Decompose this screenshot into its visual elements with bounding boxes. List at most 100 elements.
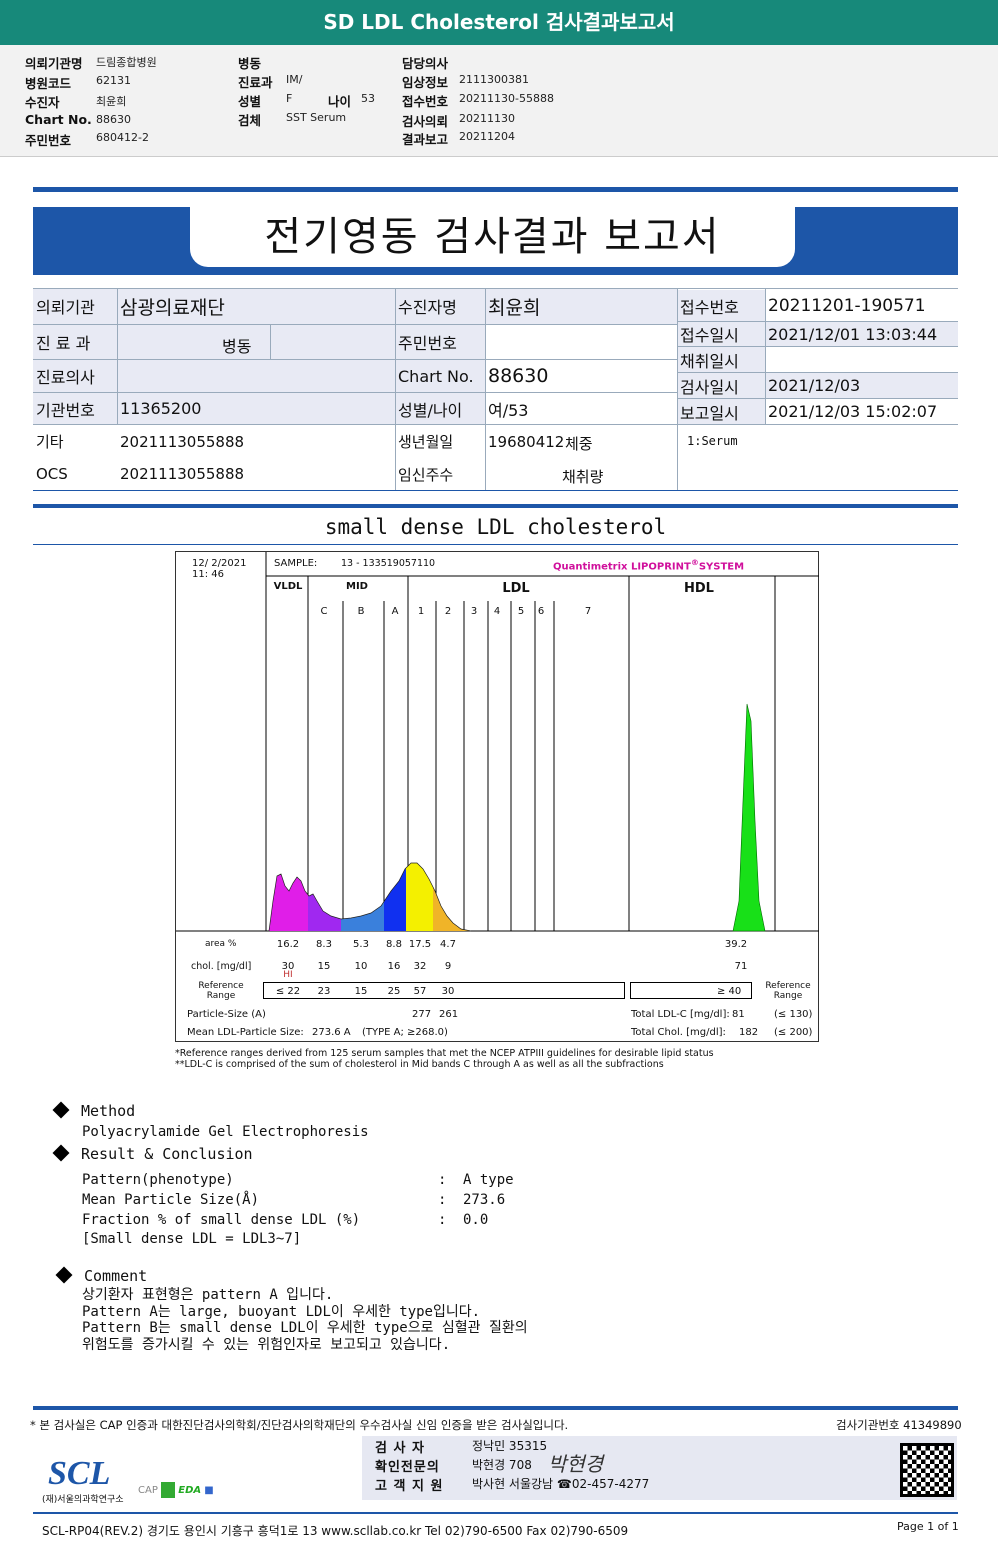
- chol-value: 9: [444, 961, 452, 972]
- info-value: 88630: [96, 113, 131, 126]
- info-label: Chart No.: [25, 112, 92, 127]
- band-label: 2: [444, 606, 452, 617]
- org-number: 검사기관번호 41349890: [836, 1418, 962, 1432]
- patient-info-panel: 의뢰기관명 드림종합병원 병원코드 62131 수진자 최윤희 Chart No. 88630…: [0, 45, 998, 157]
- group-label: LDL: [502, 581, 530, 596]
- mean-size: 273.6 A: [312, 1027, 351, 1038]
- table-cell: Chart No.: [395, 360, 485, 393]
- accreditation-logos: CAP EDA ■: [138, 1482, 214, 1498]
- table-cell: 삼광의료재단: [117, 288, 395, 325]
- certification-text: * 본 검사실은 CAP 인증과 대한진단검사의학회/진단검사의학재단의 우수검…: [30, 1418, 569, 1432]
- table-cell: 성별/나이: [395, 393, 485, 425]
- comment-text: 상기환자 표현형은 pattern A 입니다. Pattern A는 large…: [82, 1287, 528, 1353]
- chol-value: 71: [734, 961, 748, 972]
- info-label: 결과보고: [402, 132, 449, 147]
- divider: [33, 1406, 958, 1410]
- chart-notes: *Reference ranges derived from 125 serum…: [175, 1048, 714, 1070]
- table-cell: 기타: [36, 433, 64, 451]
- signer-name: 박사현 서울강남 ☎02-457-4277: [472, 1477, 650, 1491]
- table-cell: 20211201-190571: [765, 290, 958, 322]
- chart-time: 11: 46: [192, 569, 224, 580]
- chol-value: 16: [387, 961, 401, 972]
- info-value: F: [286, 92, 293, 105]
- area-label: area %: [205, 939, 237, 949]
- volume-label: 채취량: [562, 468, 604, 486]
- signer-role: 고 객 지 원: [375, 1479, 444, 1494]
- area-value: 4.7: [440, 939, 456, 950]
- table-cell: 보고일시: [677, 399, 765, 425]
- signature: 박현경: [548, 1452, 604, 1476]
- signer-role: 확인전문의: [375, 1460, 440, 1475]
- chol-label: chol. [mg/dl]: [191, 961, 252, 972]
- band-label: 3: [470, 606, 478, 617]
- info-label: 접수번호: [402, 94, 449, 109]
- scl-logo: SCL: [48, 1455, 111, 1492]
- info-value: 드림종합병원: [96, 56, 157, 69]
- info-label: 검사의뢰: [402, 114, 449, 129]
- mean-type: (TYPE A; ≥268.0): [362, 1027, 448, 1038]
- info-value: 2111300381: [459, 73, 529, 86]
- table-cell: 기관번호: [33, 393, 117, 425]
- chol-value: 32: [413, 961, 427, 972]
- table-cell: 임신주수: [398, 465, 454, 484]
- divider: [33, 504, 958, 508]
- colon: :: [438, 1212, 447, 1228]
- table-cell: 2021113055888: [120, 465, 245, 483]
- weight-label: 체중: [565, 435, 593, 453]
- logo-subtitle: (재)서울의과학연구소: [42, 1495, 124, 1505]
- result-label: Pattern(phenotype): [82, 1172, 234, 1188]
- densitogram: [176, 552, 819, 932]
- info-label: 주민번호: [25, 133, 72, 148]
- brand-logo: Quantimetrix LIPOPRINT®SYSTEM: [553, 558, 745, 573]
- comment-heading: Comment: [55, 1266, 147, 1285]
- signer-name: 정낙민 35315: [472, 1439, 548, 1453]
- chart-title: small dense LDL cholesterol: [324, 515, 667, 539]
- info-label: 병원코드: [25, 76, 72, 91]
- result-label: Mean Particle Size(Å): [82, 1192, 260, 1208]
- info-label: 수진자: [25, 95, 60, 110]
- table-cell: [117, 325, 395, 360]
- info-value: 680412-2: [96, 131, 149, 144]
- info-label: 진료과: [238, 75, 273, 90]
- sample-label: SAMPLE:: [274, 558, 318, 569]
- colon: :: [438, 1172, 447, 1188]
- info-label: 임상정보: [402, 75, 449, 90]
- info-value: 20211130: [459, 112, 515, 125]
- group-label: VLDL: [273, 581, 303, 592]
- total-chol-label: Total Chol. [mg/dl]:: [631, 1027, 726, 1038]
- info-value: 20211130-55888: [459, 92, 554, 105]
- hi-flag: HI: [283, 970, 293, 980]
- table-cell: 2021/12/01 13:03:44: [765, 322, 958, 347]
- method-text: Polyacrylamide Gel Electrophoresis: [82, 1124, 369, 1140]
- table-cell: 수진자명: [395, 288, 485, 325]
- info-value: 20211204: [459, 130, 515, 143]
- colon: :: [438, 1192, 447, 1208]
- total-ldl-ref: (≤ 130): [774, 1009, 813, 1020]
- band-label: 5: [517, 606, 525, 617]
- table-cell: 2021113055888: [120, 432, 245, 451]
- diamond-bullet-icon: [52, 1144, 70, 1162]
- result-value: 273.6: [463, 1192, 506, 1208]
- total-ldl-label: Total LDL-C [mg/dl]:: [631, 1009, 730, 1020]
- sample-id: 13 - 133519057110: [341, 558, 436, 569]
- mean-size-label: Mean LDL-Particle Size:: [187, 1027, 304, 1038]
- ref-range-box: [263, 982, 625, 999]
- table-cell: 생년월일: [398, 433, 454, 451]
- table-cell: OCS: [36, 465, 68, 483]
- signer-name: 박현경 708: [472, 1458, 532, 1472]
- area-value: 8.3: [316, 939, 332, 950]
- table-cell: 최윤희: [485, 288, 677, 325]
- area-value: 5.3: [353, 939, 369, 950]
- info-label: 나이: [328, 94, 352, 109]
- table-cell: 주민번호: [395, 325, 485, 360]
- band-label: 4: [493, 606, 501, 617]
- table-cell: 채취일시: [677, 347, 765, 373]
- band-label: B: [357, 606, 365, 617]
- note: **LDL-C is comprised of the sum of chole…: [175, 1059, 664, 1070]
- info-value: SST Serum: [286, 111, 347, 124]
- info-label: 성별: [238, 94, 262, 109]
- divider: [33, 187, 958, 192]
- band-label: 6: [537, 606, 545, 617]
- table-cell: 진 료 과: [33, 325, 117, 360]
- total-chol: 182: [739, 1027, 759, 1038]
